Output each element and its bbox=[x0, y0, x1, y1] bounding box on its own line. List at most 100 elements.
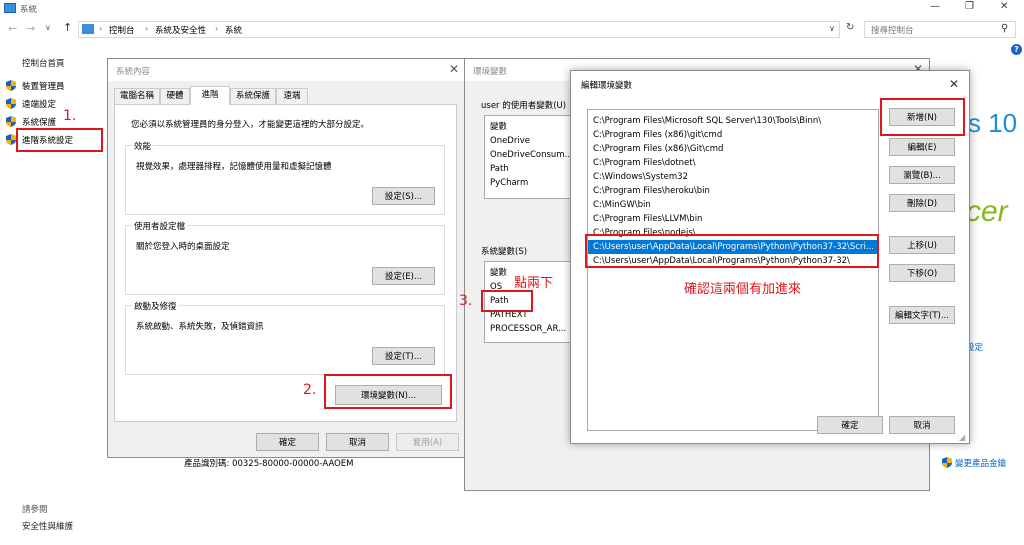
minimize-button[interactable]: — bbox=[930, 1, 940, 12]
list-item[interactable]: Path bbox=[485, 162, 573, 176]
brand-logo-fragment: cer bbox=[966, 195, 1008, 228]
tab-system-protection[interactable]: 系統保護 bbox=[230, 88, 276, 104]
address-field[interactable]: › 控制台 › 系統及安全性 › 系統 ∨ bbox=[78, 21, 840, 38]
up-arrow-icon[interactable]: ↑ bbox=[63, 21, 72, 34]
dialog-title: 環境變數 bbox=[473, 67, 508, 77]
tab-label: 遠端 bbox=[283, 91, 301, 101]
refresh-icon[interactable]: ↻ bbox=[846, 22, 854, 33]
tab-advanced[interactable]: 進階 bbox=[190, 86, 230, 105]
forward-arrow-icon[interactable]: → bbox=[26, 22, 35, 35]
dialog-titlebar: 系統內容 ✕ bbox=[108, 59, 464, 81]
list-item[interactable]: C:\Program Files\dotnet\ bbox=[588, 156, 878, 170]
edit-text-button[interactable]: 編輯文字(T)... bbox=[889, 306, 955, 324]
annotation-box-advanced bbox=[16, 128, 103, 152]
window-titlebar: 系統 — ❐ ✕ bbox=[0, 0, 1024, 18]
tab-hardware[interactable]: 硬體 bbox=[160, 88, 190, 104]
performance-group: 效能 視覺效果，處理器排程，記憶體使用量和虛擬記憶體 設定(S)... bbox=[125, 140, 445, 215]
sidebar-home-link[interactable]: 控制台首頁 bbox=[22, 57, 65, 69]
tab-computer-name[interactable]: 電腦名稱 bbox=[114, 88, 160, 104]
list-item[interactable]: C:\Program Files\heroku\bin bbox=[588, 184, 878, 198]
shield-icon bbox=[942, 457, 952, 468]
admin-notice: 您必須以系統管理員的身分登入，才能變更這裡的大部分設定。 bbox=[131, 120, 370, 130]
ok-button[interactable]: 確定 bbox=[256, 433, 319, 451]
startup-recovery-label: 啟動及修復 bbox=[132, 300, 179, 312]
list-item[interactable]: C:\MinGW\bin bbox=[588, 198, 878, 212]
separator-chevron-icon: › bbox=[215, 24, 219, 33]
edit-button[interactable]: 編輯(E) bbox=[889, 138, 955, 156]
resize-grip-icon[interactable]: ◢ bbox=[959, 433, 965, 442]
annotation-box-python-paths bbox=[585, 234, 879, 268]
move-up-button[interactable]: 上移(U) bbox=[889, 236, 955, 254]
list-item[interactable]: C:\Program Files (x86)\Git\cmd bbox=[588, 142, 878, 156]
recent-chevron-icon[interactable]: ∨ bbox=[45, 23, 51, 32]
delete-button[interactable]: 刪除(D) bbox=[889, 194, 955, 212]
close-button[interactable]: ✕ bbox=[1000, 1, 1008, 12]
annotation-step2: 2. bbox=[303, 382, 317, 398]
change-product-key-label: 變更產品金鑰 bbox=[955, 459, 1007, 469]
list-header: 變數 bbox=[490, 122, 508, 132]
tab-label: 系統保護 bbox=[235, 91, 270, 101]
list-item[interactable]: C:\Program Files\Microsoft SQL Server\13… bbox=[588, 114, 878, 128]
address-toolbar: ← → ∨ ↑ › 控制台 › 系統及安全性 › 系統 ∨ ↻ 搜尋控制台 ⚲ bbox=[0, 18, 1024, 42]
list-item[interactable]: PyCharm bbox=[485, 176, 573, 190]
system-app-icon bbox=[4, 3, 16, 13]
annotation-step3: 3. bbox=[459, 293, 473, 309]
ok-button[interactable]: 確定 bbox=[817, 416, 883, 434]
performance-settings-button[interactable]: 設定(S)... bbox=[372, 187, 435, 205]
maximize-button[interactable]: ❐ bbox=[965, 1, 974, 12]
path-entries-list[interactable]: C:\Program Files\Microsoft SQL Server\13… bbox=[587, 109, 879, 431]
sidebar-item-label: 裝置管理員 bbox=[22, 82, 65, 92]
move-down-button[interactable]: 下移(O) bbox=[889, 264, 955, 282]
close-icon[interactable]: ✕ bbox=[949, 77, 959, 91]
annotation-double-click: 點兩下 bbox=[514, 276, 554, 291]
close-icon[interactable]: ✕ bbox=[449, 62, 459, 76]
control-panel-icon bbox=[82, 24, 94, 34]
dialog-title: 編輯環境變數 bbox=[581, 81, 633, 91]
window-title: 系統 bbox=[20, 5, 38, 15]
apply-button[interactable]: 套用(A) bbox=[396, 433, 459, 451]
sidebar-item-label: 遠端設定 bbox=[22, 100, 57, 110]
list-item[interactable]: C:\Windows\System32 bbox=[588, 170, 878, 184]
search-box[interactable]: 搜尋控制台 ⚲ bbox=[864, 21, 1016, 38]
cancel-button[interactable]: 取消 bbox=[889, 416, 955, 434]
list-item[interactable]: PROCESSOR_AR... bbox=[485, 322, 573, 336]
tab-label: 硬體 bbox=[166, 91, 184, 101]
list-item[interactable]: OneDrive bbox=[485, 134, 573, 148]
user-profiles-desc: 關於您登入時的桌面設定 bbox=[136, 242, 230, 252]
tab-remote[interactable]: 遠端 bbox=[276, 88, 308, 104]
annotation-box-env-button bbox=[324, 374, 452, 409]
user-profiles-label: 使用者設定檔 bbox=[132, 220, 188, 232]
product-id: 產品識別碼: 00325-80000-00000-AAOEM bbox=[184, 459, 354, 469]
startup-recovery-group: 啟動及修復 系統啟動、系統失敗，及偵錯資訊 設定(T)... bbox=[125, 300, 445, 375]
tab-label: 進階 bbox=[201, 90, 219, 100]
tab-label: 電腦名稱 bbox=[119, 91, 154, 101]
list-item[interactable]: OneDriveConsum... bbox=[485, 148, 573, 162]
back-arrow-icon[interactable]: ← bbox=[8, 22, 17, 35]
browse-button[interactable]: 瀏覽(B)... bbox=[889, 166, 955, 184]
help-icon[interactable]: ? bbox=[1011, 44, 1022, 55]
breadcrumb-system[interactable]: 系統 bbox=[225, 24, 242, 36]
annotation-box-path bbox=[481, 290, 533, 312]
security-maintenance-link[interactable]: 安全性與維護 bbox=[22, 520, 73, 532]
shield-icon bbox=[6, 134, 16, 145]
user-variables-list[interactable]: 變數 OneDrive OneDriveConsum... Path PyCha… bbox=[484, 115, 574, 199]
search-icon[interactable]: ⚲ bbox=[1001, 23, 1008, 34]
separator-chevron-icon: › bbox=[99, 24, 103, 33]
address-dropdown-icon[interactable]: ∨ bbox=[829, 24, 835, 33]
search-placeholder: 搜尋控制台 bbox=[871, 26, 914, 36]
shield-icon bbox=[6, 116, 16, 127]
startup-recovery-settings-button[interactable]: 設定(T)... bbox=[372, 347, 435, 365]
cancel-button[interactable]: 取消 bbox=[326, 433, 389, 451]
user-profiles-group: 使用者設定檔 關於您登入時的桌面設定 設定(E)... bbox=[125, 220, 445, 295]
breadcrumb-control-panel[interactable]: 控制台 bbox=[109, 24, 135, 36]
breadcrumb-system-security[interactable]: 系統及安全性 bbox=[155, 24, 206, 36]
startup-recovery-desc: 系統啟動、系統失敗，及偵錯資訊 bbox=[136, 322, 264, 332]
list-item[interactable]: C:\Program Files (x86)\git\cmd bbox=[588, 128, 878, 142]
list-item[interactable]: C:\Program Files\LLVM\bin bbox=[588, 212, 878, 226]
shield-icon bbox=[6, 80, 16, 91]
system-variables-label: 系統變數(S) bbox=[481, 247, 528, 257]
performance-label: 效能 bbox=[132, 140, 154, 152]
sidebar-item-label: 系統保護 bbox=[22, 118, 57, 128]
annotation-confirm: 確認這兩個有加進來 bbox=[684, 282, 802, 297]
user-profiles-settings-button[interactable]: 設定(E)... bbox=[372, 267, 435, 285]
